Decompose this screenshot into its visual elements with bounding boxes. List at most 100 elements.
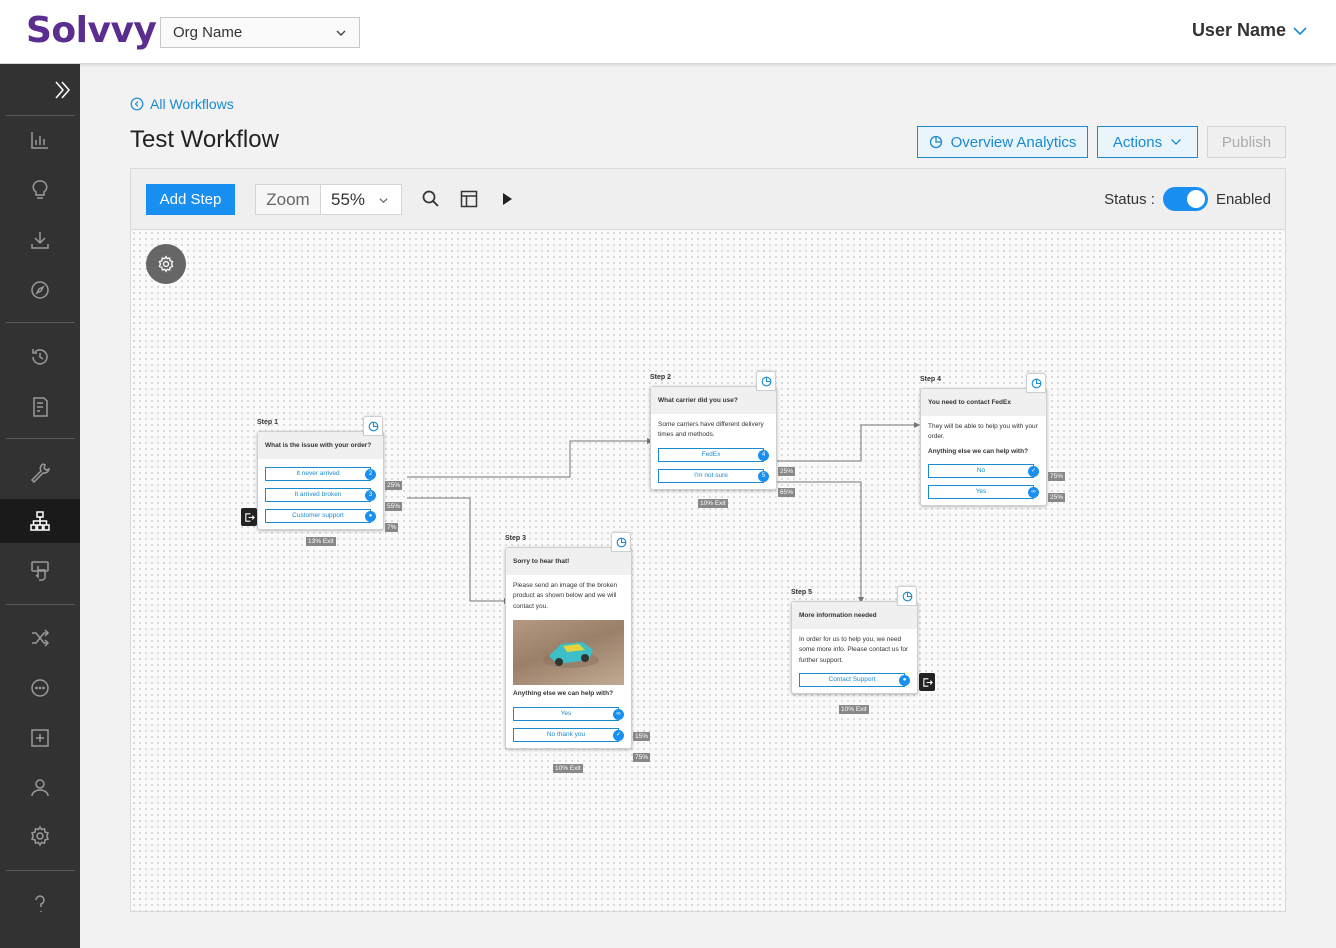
step-analytics-tab[interactable] xyxy=(756,371,776,391)
workflow-canvas[interactable]: Step 1 What is the issue with your order… xyxy=(130,230,1286,912)
option-percent: 75% xyxy=(633,753,651,762)
chat-icon xyxy=(31,679,49,697)
canvas-settings-button[interactable] xyxy=(146,244,186,284)
actions-button[interactable]: Actions xyxy=(1097,126,1198,158)
zoom-select[interactable]: 55% xyxy=(321,185,401,214)
step-card-1[interactable]: Step 1 What is the issue with your order… xyxy=(241,416,403,546)
status-label: Status : xyxy=(1104,190,1155,208)
step-card-2[interactable]: Step 2 What carrier did you use? Some ca… xyxy=(650,371,796,508)
step-option[interactable]: It never arrived 2 xyxy=(265,467,376,481)
download-icon xyxy=(31,232,49,249)
sidebar-item-help[interactable] xyxy=(0,882,80,926)
step-analytics-tab[interactable] xyxy=(363,416,383,436)
back-link[interactable]: All Workflows xyxy=(130,96,234,112)
pie-chart-icon xyxy=(761,376,771,386)
step-option[interactable]: Yes ∞ xyxy=(928,485,1039,500)
step-title: What is the issue with your order? xyxy=(258,432,383,459)
step-card-3[interactable]: Step 3 Sorry to hear that! Please send a… xyxy=(505,532,651,773)
option-label: Yes xyxy=(975,488,987,496)
sidebar-item-reports[interactable] xyxy=(0,385,80,429)
step-title: Sorry to hear that! xyxy=(506,548,631,575)
step-analytics-tab[interactable] xyxy=(611,532,631,552)
workflow-icon xyxy=(30,511,50,531)
step-option[interactable]: I'm not sure 5 xyxy=(658,468,769,483)
report-icon xyxy=(33,397,48,417)
sidebar-item-chat[interactable] xyxy=(0,666,80,710)
user-menu[interactable]: User Name xyxy=(1192,20,1308,41)
gear-icon xyxy=(158,255,174,273)
exit-percent: 10% Exit xyxy=(839,705,869,714)
exit-icon[interactable] xyxy=(241,508,257,526)
logo[interactable]: Solvvy xyxy=(26,10,157,51)
sidebar-item-users[interactable] xyxy=(0,766,80,810)
publish-button[interactable]: Publish xyxy=(1207,126,1286,158)
sidebar xyxy=(0,64,80,948)
step-card-5[interactable]: Step 5 More information needed In order … xyxy=(791,586,935,714)
sidebar-item-insights[interactable] xyxy=(0,168,80,212)
pie-chart-icon xyxy=(929,135,942,149)
sidebar-item-explore[interactable] xyxy=(0,268,80,312)
product-image xyxy=(513,620,624,686)
overview-analytics-button[interactable]: Overview Analytics xyxy=(917,126,1088,158)
actions-label: Actions xyxy=(1112,133,1163,151)
sidebar-item-analytics[interactable] xyxy=(0,118,80,162)
step-option[interactable]: Yes ∞ xyxy=(513,706,624,721)
step-title: What carrier did you use? xyxy=(651,387,776,414)
step-analytics-tab[interactable] xyxy=(1026,373,1046,393)
sidebar-item-import[interactable] xyxy=(0,218,80,262)
option-badge: 5 xyxy=(758,470,769,482)
bar-chart-icon xyxy=(31,132,48,149)
sidebar-item-routing[interactable] xyxy=(0,616,80,660)
connector-lines xyxy=(407,422,920,604)
zoom-control[interactable]: Zoom 55% xyxy=(255,184,402,215)
option-label: Yes xyxy=(560,709,572,717)
play-icon[interactable] xyxy=(498,189,516,209)
sidebar-expand[interactable] xyxy=(0,68,80,112)
step-option[interactable]: Contact Support ● xyxy=(799,673,910,688)
check-icon: ✓ xyxy=(1028,466,1039,478)
step-option[interactable]: It arrived broken 3 xyxy=(265,488,376,502)
step-option[interactable]: FedEx 4 xyxy=(658,447,769,462)
step-option[interactable]: No thank you ✓ xyxy=(513,727,624,742)
option-label: No thank you xyxy=(546,730,586,738)
search-icon[interactable] xyxy=(421,189,441,209)
top-bar: Solvvy Org Name User Name xyxy=(0,0,1336,64)
exit-icon[interactable] xyxy=(919,673,935,691)
option-label: It never arrived xyxy=(296,470,340,477)
history-icon xyxy=(32,349,48,365)
step-card-body: What is the issue with your order? It ne… xyxy=(241,416,403,532)
exit-percent: 10% Exit xyxy=(698,499,728,508)
user-name: User Name xyxy=(1191,20,1286,40)
option-percent: 75% xyxy=(1048,472,1066,481)
step-card-4[interactable]: Step 4 You need to contact FedEx They wi… xyxy=(920,373,1066,507)
person-icon: ● xyxy=(899,675,910,687)
chevron-down-icon xyxy=(1293,26,1307,35)
link-icon: ∞ xyxy=(613,708,624,720)
sidebar-item-history[interactable] xyxy=(0,335,80,379)
link-icon: ∞ xyxy=(1028,487,1039,499)
chevron-down-icon xyxy=(1171,139,1182,145)
sidebar-item-tools[interactable] xyxy=(0,450,80,494)
sidebar-item-settings[interactable] xyxy=(0,814,80,858)
zoom-label: Zoom xyxy=(256,185,321,214)
sidebar-item-workflows[interactable] xyxy=(0,499,80,543)
toy-car-image xyxy=(543,642,599,669)
status-value: Enabled xyxy=(1215,190,1271,208)
step-message: In order for us to help you, we need som… xyxy=(799,636,909,664)
org-select-value: Org Name xyxy=(173,24,243,41)
option-label: I'm not sure xyxy=(694,471,728,479)
step-option[interactable]: No ✓ xyxy=(928,464,1039,479)
sidebar-item-interactions[interactable] xyxy=(0,549,80,593)
add-step-button[interactable]: Add Step xyxy=(146,184,235,215)
plus-square-icon xyxy=(31,729,49,747)
layout-icon[interactable] xyxy=(459,189,479,209)
gear-icon xyxy=(31,825,49,847)
step-card-body: What carrier did you use? Some carriers … xyxy=(650,371,796,497)
step-analytics-tab[interactable] xyxy=(897,586,917,606)
sidebar-item-add[interactable] xyxy=(0,716,80,760)
step-question: Anything else we can help with? xyxy=(928,447,1029,455)
step-card-body: Sorry to hear that! Please send an image… xyxy=(505,532,651,762)
org-select[interactable]: Org Name xyxy=(160,17,360,48)
step-option[interactable]: Customer support ● xyxy=(265,509,376,523)
status-toggle[interactable] xyxy=(1162,187,1208,211)
